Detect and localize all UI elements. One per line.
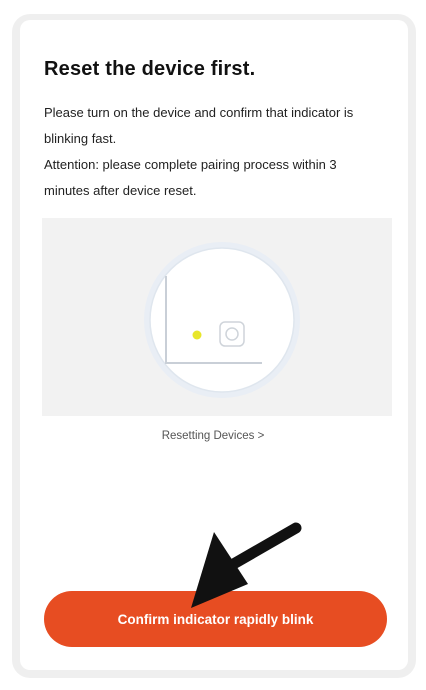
resetting-devices-link[interactable]: Resetting Devices >	[0, 430, 426, 442]
magnifier-circle	[149, 247, 295, 393]
instruction-text: Please turn on the device and confirm th…	[44, 105, 354, 146]
page-title: Reset the device first.	[44, 58, 256, 80]
device-panel-illustration	[144, 242, 300, 398]
screen: Reset the device first. Please turn on t…	[0, 0, 426, 690]
instructions: Please turn on the device and confirm th…	[44, 100, 384, 204]
confirm-indicator-button[interactable]: Confirm indicator rapidly blink	[44, 591, 387, 647]
indicator-light-icon	[192, 330, 202, 340]
attention-text: Attention: please complete pairing proce…	[44, 157, 337, 198]
device-illustration	[42, 218, 392, 416]
